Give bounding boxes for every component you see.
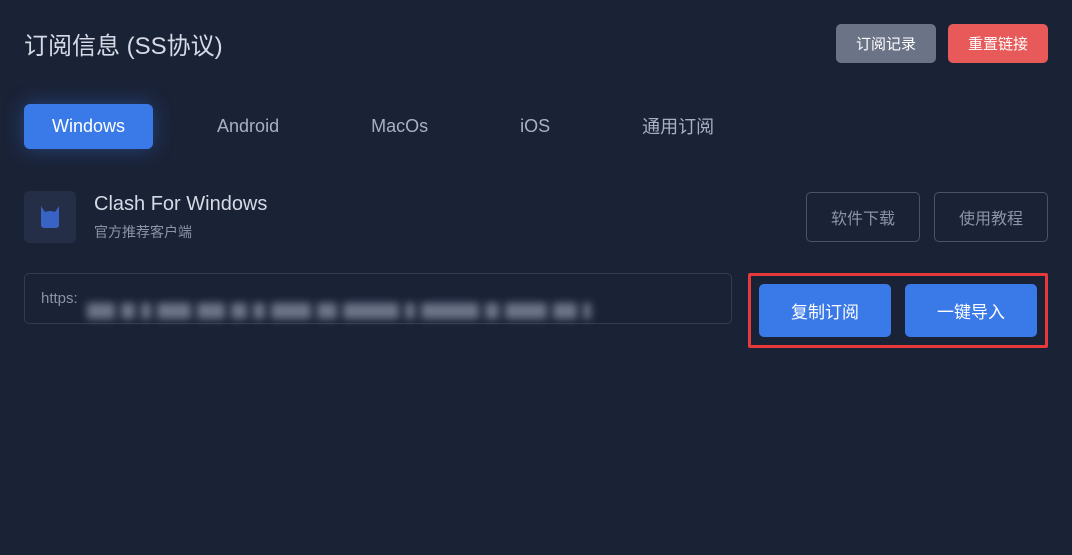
platform-tabs: Windows Android MacOs iOS 通用订阅 <box>24 101 1048 151</box>
tab-macos[interactable]: MacOs <box>343 104 456 149</box>
reset-link-button[interactable]: 重置链接 <box>948 24 1048 63</box>
download-software-button[interactable]: 软件下载 <box>806 192 920 242</box>
client-app-icon <box>24 191 76 243</box>
tab-android[interactable]: Android <box>189 104 307 149</box>
tab-universal[interactable]: 通用订阅 <box>614 101 742 151</box>
copy-subscription-button[interactable]: 复制订阅 <box>759 284 891 337</box>
url-blur-mask <box>84 275 730 346</box>
header-actions: 订阅记录 重置链接 <box>836 24 1048 63</box>
cat-icon <box>35 202 65 232</box>
client-name: Clash For Windows <box>94 193 267 216</box>
tutorial-button[interactable]: 使用教程 <box>934 192 1048 242</box>
client-info: Clash For Windows 官方推荐客户端 <box>24 191 267 243</box>
action-buttons-highlight: 复制订阅 一键导入 <box>748 273 1048 348</box>
subscription-history-button[interactable]: 订阅记录 <box>836 24 936 63</box>
page-title: 订阅信息 (SS协议) <box>24 26 223 61</box>
tab-ios[interactable]: iOS <box>492 104 578 149</box>
client-description: 官方推荐客户端 <box>94 222 267 242</box>
one-click-import-button[interactable]: 一键导入 <box>905 284 1037 337</box>
tab-windows[interactable]: Windows <box>24 104 153 149</box>
